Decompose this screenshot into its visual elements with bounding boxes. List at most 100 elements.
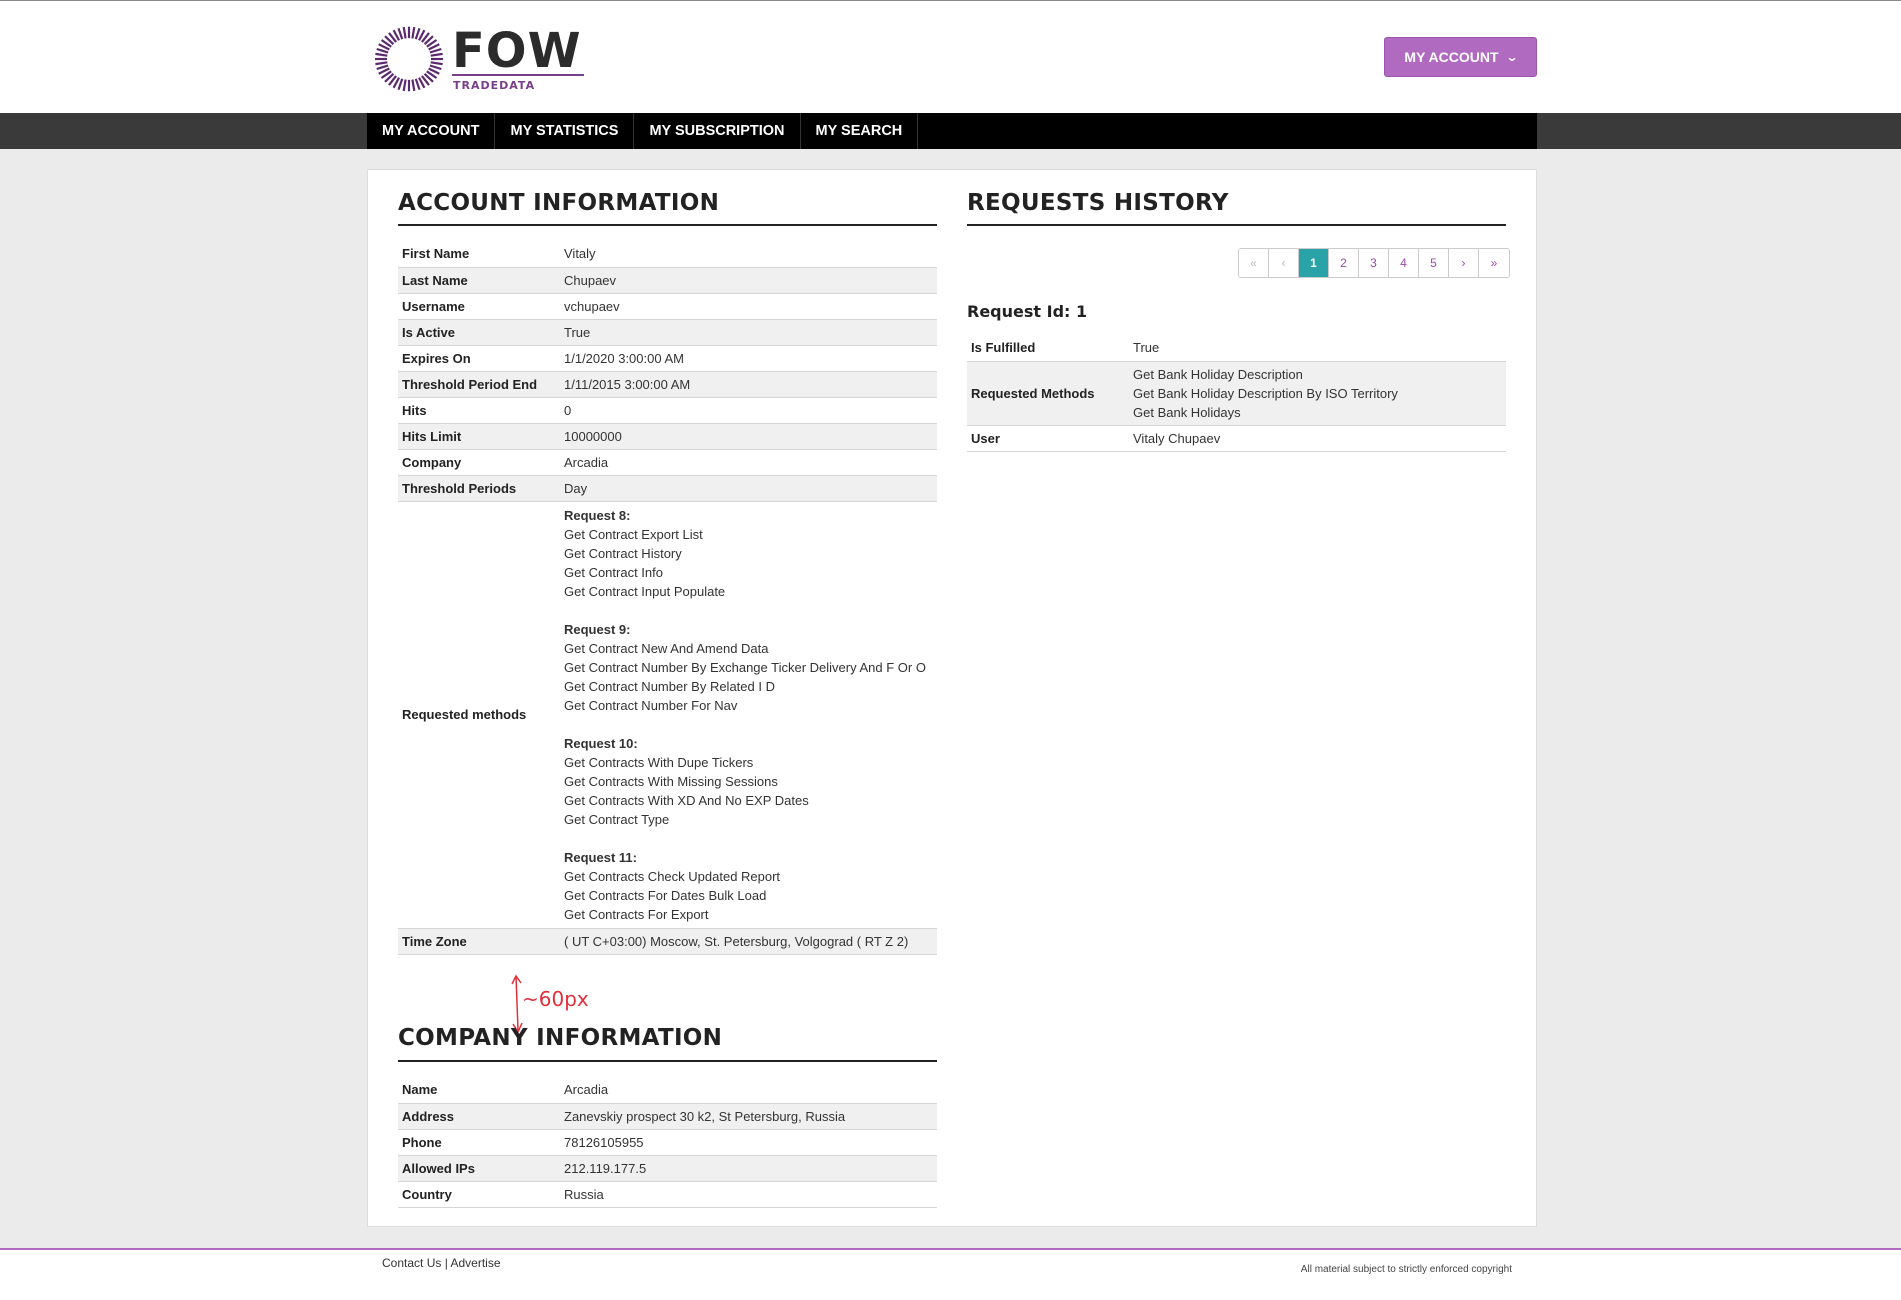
method-item: Get Contract Input Populate (564, 583, 726, 599)
pager-page-5[interactable]: 5 (1419, 249, 1449, 277)
method-item: Get Contract Info (564, 564, 663, 580)
table-row: Phone 78126105955 (398, 1129, 937, 1155)
row-label: Is Active (402, 324, 455, 340)
footer-separator: | (444, 1256, 448, 1270)
pager-first-button[interactable]: « (1239, 249, 1269, 277)
row-value: True (1133, 340, 1160, 356)
logo-rule (452, 74, 584, 76)
method-item: Get Contract Type (564, 811, 670, 827)
method-item: Get Bank Holidays (1133, 404, 1241, 420)
company-info-table: Name Arcadia Address Zanevskiy prospect 30 … (398, 1077, 937, 1208)
row-label: Phone (402, 1134, 442, 1150)
table-row: First Name Vitaly (398, 241, 937, 267)
method-item: Get Contract Export List (564, 526, 703, 542)
row-label: Requested methods (402, 707, 527, 722)
chevron-down-icon: ⌄ (1505, 50, 1519, 64)
pager-prev-button[interactable]: ‹ (1269, 249, 1299, 277)
advertise-link[interactable]: Advertise (451, 1256, 501, 1270)
site-footer: Contact Us | Advertise All material subj… (0, 1250, 1901, 1300)
row-value: Zanevskiy prospect 30 k2, St Petersburg,… (564, 1108, 846, 1124)
request-detail-table: Is Fulfilled True Requested Methods Get … (967, 335, 1506, 452)
row-value: vchupaev (564, 298, 620, 314)
request-group-heading: Request 9: (564, 621, 631, 637)
method-item: Get Bank Holiday Description (1133, 366, 1303, 382)
row-label: Name (402, 1082, 438, 1098)
pager-page-4[interactable]: 4 (1389, 249, 1419, 277)
row-label: Threshold Periods (402, 480, 517, 496)
nav-item-my-statistics[interactable]: MY STATISTICS (495, 113, 635, 149)
row-value: 10000000 (564, 428, 622, 444)
pager-page-2[interactable]: 2 (1329, 249, 1359, 277)
row-label: Country (402, 1186, 452, 1202)
request-id-heading: Request Id: 1 (967, 302, 1088, 321)
row-label: User (971, 430, 1000, 446)
row-value: Vitaly Chupaev (1133, 430, 1221, 446)
main-nav: MY ACCOUNT MY STATISTICS MY SUBSCRIPTION… (0, 113, 1901, 149)
pager-page-3[interactable]: 3 (1359, 249, 1389, 277)
table-row: Hits Limit 10000000 (398, 423, 937, 449)
method-item: Get Contracts With XD And No EXP Dates (564, 792, 809, 808)
table-row: Is Active True (398, 319, 937, 345)
method-item: Get Contract New And Amend Data (564, 640, 769, 656)
table-row: Threshold Periods Day (398, 475, 937, 501)
row-label: Allowed IPs (402, 1160, 475, 1176)
pager-last-button[interactable]: » (1479, 249, 1509, 277)
nav-item-my-search[interactable]: MY SEARCH (801, 113, 919, 149)
row-value: ( UT C+03:00) Moscow, St. Petersburg, Vo… (564, 933, 909, 949)
table-row: Last Name Chupaev (398, 267, 937, 293)
nav-item-my-subscription[interactable]: MY SUBSCRIPTION (634, 113, 801, 149)
row-value: Arcadia (564, 454, 609, 470)
contact-us-link[interactable]: Contact Us (382, 1256, 441, 1270)
row-label: Is Fulfilled (971, 340, 1036, 356)
method-item: Get Contracts For Export (564, 906, 709, 922)
table-row: Time Zone ( UT C+03:00) Moscow, St. Peter… (398, 928, 937, 954)
row-label: Hits Limit (402, 428, 462, 444)
row-label: Username (402, 298, 465, 314)
row-label: First Name (402, 246, 470, 262)
company-info-rule (398, 1060, 937, 1062)
copyright-text: All material subject to strictly enforce… (1300, 1264, 1512, 1275)
method-item: Get Bank Holiday Description By ISO Terr… (1133, 385, 1398, 401)
table-row: Is Fulfilled True (967, 335, 1506, 361)
logo-subtitle: TRADEDATA (453, 79, 536, 92)
company-info-title: COMPANY INFORMATION (398, 1025, 723, 1051)
table-row: Requested Methods Get Bank Holiday Descr… (967, 361, 1506, 425)
method-item: Get Contract Number By Related I D (564, 678, 775, 694)
row-value: Day (564, 480, 588, 496)
table-row: Expires On 1/1/2020 3:00:00 AM (398, 345, 937, 371)
requests-history-title: REQUESTS HISTORY (967, 190, 1229, 216)
logo-text: FOW (452, 23, 582, 79)
table-row: Name Arcadia (398, 1077, 937, 1103)
account-info-table: First Name Vitaly Last Name Chupaev Username… (398, 241, 937, 955)
pager-next-button[interactable]: › (1449, 249, 1479, 277)
site-header: FOW TRADEDATA MY ACCOUNT ⌄ (0, 1, 1901, 113)
table-row: Address Zanevskiy prospect 30 k2, St Pete… (398, 1103, 937, 1129)
row-label: Time Zone (402, 933, 467, 949)
row-value: 212.119.177.5 (564, 1160, 647, 1176)
row-value: Vitaly (564, 246, 596, 262)
row-value: Russia (564, 1186, 604, 1202)
my-account-dropdown-button[interactable]: MY ACCOUNT ⌄ (1384, 37, 1537, 77)
row-value: Arcadia (564, 1082, 609, 1098)
table-row: Username vchupaev (398, 293, 937, 319)
method-item: Get Contracts With Dupe Tickers (564, 754, 754, 770)
pagination: « ‹ 1 2 3 4 5 › » (1238, 248, 1510, 278)
method-item: Get Contracts Check Updated Report (564, 868, 781, 884)
row-value: True (564, 324, 591, 340)
pager-page-1[interactable]: 1 (1299, 249, 1329, 277)
footer-links: Contact Us | Advertise (382, 1256, 501, 1270)
method-item: Get Contract Number For Nav (564, 697, 738, 713)
row-label: Company (402, 454, 462, 470)
row-value: 0 (564, 402, 572, 418)
row-label: Threshold Period End (402, 376, 538, 392)
row-value: 78126105955 (564, 1134, 644, 1150)
requests-history-rule (967, 224, 1506, 226)
nav-item-my-account[interactable]: MY ACCOUNT (367, 113, 496, 149)
row-label: Address (402, 1108, 455, 1124)
method-item: Get Contract History (564, 545, 682, 561)
account-button-label: MY ACCOUNT (1404, 49, 1499, 65)
request-group-heading: Request 8: (564, 507, 631, 523)
table-row: Requested methods Request 8: Get Contract … (398, 501, 937, 928)
table-row: Company Arcadia (398, 449, 937, 475)
table-row: Threshold Period End 1/11/2015 3:00:00 AM (398, 371, 937, 397)
